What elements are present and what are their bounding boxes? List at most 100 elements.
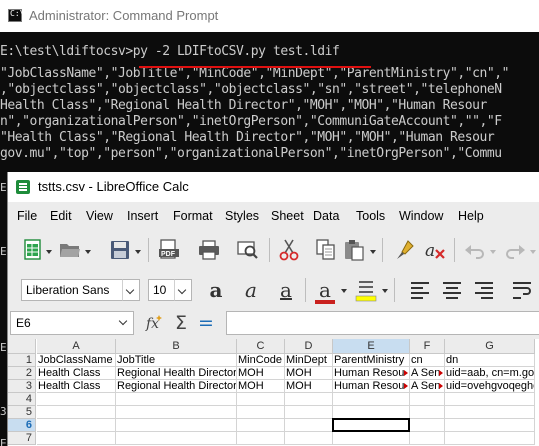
menu-file[interactable]: File <box>17 209 37 223</box>
open-folder-icon[interactable] <box>58 237 82 263</box>
cell-f4[interactable] <box>410 393 445 406</box>
save-icon[interactable] <box>108 237 132 263</box>
cell-c4[interactable] <box>237 393 285 406</box>
cell-b4[interactable] <box>116 393 237 406</box>
menu-format[interactable]: Format <box>173 209 213 223</box>
new-spreadsheet-icon[interactable] <box>22 237 44 263</box>
formula-input[interactable] <box>226 311 539 335</box>
copy-icon[interactable] <box>313 237 339 263</box>
print-icon[interactable] <box>196 237 222 263</box>
formula-equals-icon[interactable]: = <box>195 312 217 334</box>
spreadsheet-grid[interactable]: A B C D E F G 1 JobClassName JobTitle MinCode MinDe… <box>8 339 539 446</box>
cell-e1[interactable]: ParentMinistry <box>333 354 410 367</box>
undo-dropdown-icon[interactable] <box>490 250 496 254</box>
print-preview-icon[interactable] <box>235 237 261 263</box>
cell-c3[interactable]: MOH <box>237 380 285 393</box>
cell-a1[interactable]: JobClassName <box>37 354 116 367</box>
cell-a4[interactable] <box>37 393 116 406</box>
align-left-icon[interactable] <box>408 277 432 303</box>
row-header-7[interactable]: 7 <box>8 432 36 445</box>
wrap-text-icon[interactable] <box>510 277 534 303</box>
align-right-icon[interactable] <box>472 277 496 303</box>
name-box-dropdown-icon[interactable] <box>116 312 132 334</box>
calc-titlebar[interactable]: tstts.csv - LibreOffice Calc <box>8 172 539 202</box>
cell-c6[interactable] <box>237 419 285 432</box>
italic-icon[interactable]: a <box>239 278 263 302</box>
cell-a3[interactable]: Health Class <box>37 380 116 393</box>
redo-icon[interactable] <box>502 237 528 263</box>
clone-formatting-icon[interactable] <box>392 237 418 263</box>
cell-a7[interactable] <box>37 432 116 445</box>
cell-e7[interactable] <box>333 432 410 445</box>
redo-dropdown-icon[interactable] <box>530 250 536 254</box>
calc-window[interactable]: tstts.csv - LibreOffice Calc File Edit V… <box>7 172 539 446</box>
cell-d7[interactable] <box>285 432 333 445</box>
cell-f7[interactable] <box>410 432 445 445</box>
menu-help[interactable]: Help <box>458 209 484 223</box>
paste-dropdown-icon[interactable] <box>370 250 376 254</box>
row-header-5[interactable]: 5 <box>8 406 36 419</box>
cell-g4[interactable] <box>445 393 535 406</box>
function-wizard-icon[interactable]: fx <box>144 312 166 334</box>
highlight-color-icon[interactable] <box>354 277 378 303</box>
cell-g2[interactable]: uid=aab, cn=m.gov <box>445 367 535 380</box>
cell-d4[interactable] <box>285 393 333 406</box>
cell-e2[interactable]: Human Resou <box>333 367 410 380</box>
save-dropdown-icon[interactable] <box>135 250 141 254</box>
font-name-dropdown-icon[interactable] <box>122 279 140 301</box>
export-pdf-icon[interactable]: PDF <box>156 237 182 263</box>
cell-f6[interactable] <box>410 419 445 432</box>
cell-g1[interactable]: dn <box>445 354 535 367</box>
column-header-g[interactable]: G <box>445 339 535 354</box>
cell-d5[interactable] <box>285 406 333 419</box>
paste-icon[interactable] <box>341 237 367 263</box>
font-color-dropdown-icon[interactable] <box>341 289 347 293</box>
column-header-e[interactable]: E <box>333 339 410 354</box>
row-header-2[interactable]: 2 <box>8 367 36 380</box>
font-color-icon[interactable]: a <box>313 278 337 304</box>
cell-d1[interactable]: MinDept <box>285 354 333 367</box>
cell-g3[interactable]: uid=ovehgvoqeghe <box>445 380 535 393</box>
cell-a2[interactable]: Health Class <box>37 367 116 380</box>
cell-f1[interactable]: cn <box>410 354 445 367</box>
cell-b7[interactable] <box>116 432 237 445</box>
select-all-corner[interactable] <box>8 339 36 354</box>
cell-b5[interactable] <box>116 406 237 419</box>
clear-formatting-icon[interactable]: a <box>422 237 448 263</box>
cell-f2[interactable]: A Sen <box>410 367 445 380</box>
cell-c7[interactable] <box>237 432 285 445</box>
cell-e3[interactable]: Human Resou <box>333 380 410 393</box>
menu-window[interactable]: Window <box>399 209 443 223</box>
menu-data[interactable]: Data <box>313 209 339 223</box>
font-name-box[interactable]: Liberation Sans <box>21 279 123 301</box>
cell-c5[interactable] <box>237 406 285 419</box>
column-header-b[interactable]: B <box>116 339 237 354</box>
cut-icon[interactable] <box>276 237 302 263</box>
cell-d2[interactable]: MOH <box>285 367 333 380</box>
cell-b6[interactable] <box>116 419 237 432</box>
undo-icon[interactable] <box>462 237 488 263</box>
bold-icon[interactable]: a <box>204 278 228 302</box>
column-header-a[interactable]: A <box>37 339 116 354</box>
new-dropdown-icon[interactable] <box>46 250 52 254</box>
column-header-d[interactable]: D <box>285 339 333 354</box>
cell-d3[interactable]: MOH <box>285 380 333 393</box>
cmd-titlebar[interactable]: C:\ Administrator: Command Prompt <box>0 0 539 32</box>
cell-b2[interactable]: Regional Health Director <box>116 367 237 380</box>
cell-c2[interactable]: MOH <box>237 367 285 380</box>
font-size-box[interactable]: 10 <box>148 279 176 301</box>
cell-a5[interactable] <box>37 406 116 419</box>
highlight-dropdown-icon[interactable] <box>382 289 388 293</box>
row-header-4[interactable]: 4 <box>8 393 36 406</box>
cell-d6[interactable] <box>285 419 333 432</box>
column-header-c[interactable]: C <box>237 339 285 354</box>
menu-styles[interactable]: Styles <box>225 209 259 223</box>
menu-edit[interactable]: Edit <box>50 209 72 223</box>
open-dropdown-icon[interactable] <box>85 250 91 254</box>
column-header-f[interactable]: F <box>410 339 445 354</box>
cell-f3[interactable]: A Sen <box>410 380 445 393</box>
menu-insert[interactable]: Insert <box>127 209 158 223</box>
menu-tools[interactable]: Tools <box>356 209 385 223</box>
cell-g5[interactable] <box>445 406 535 419</box>
cell-a6[interactable] <box>37 419 116 432</box>
